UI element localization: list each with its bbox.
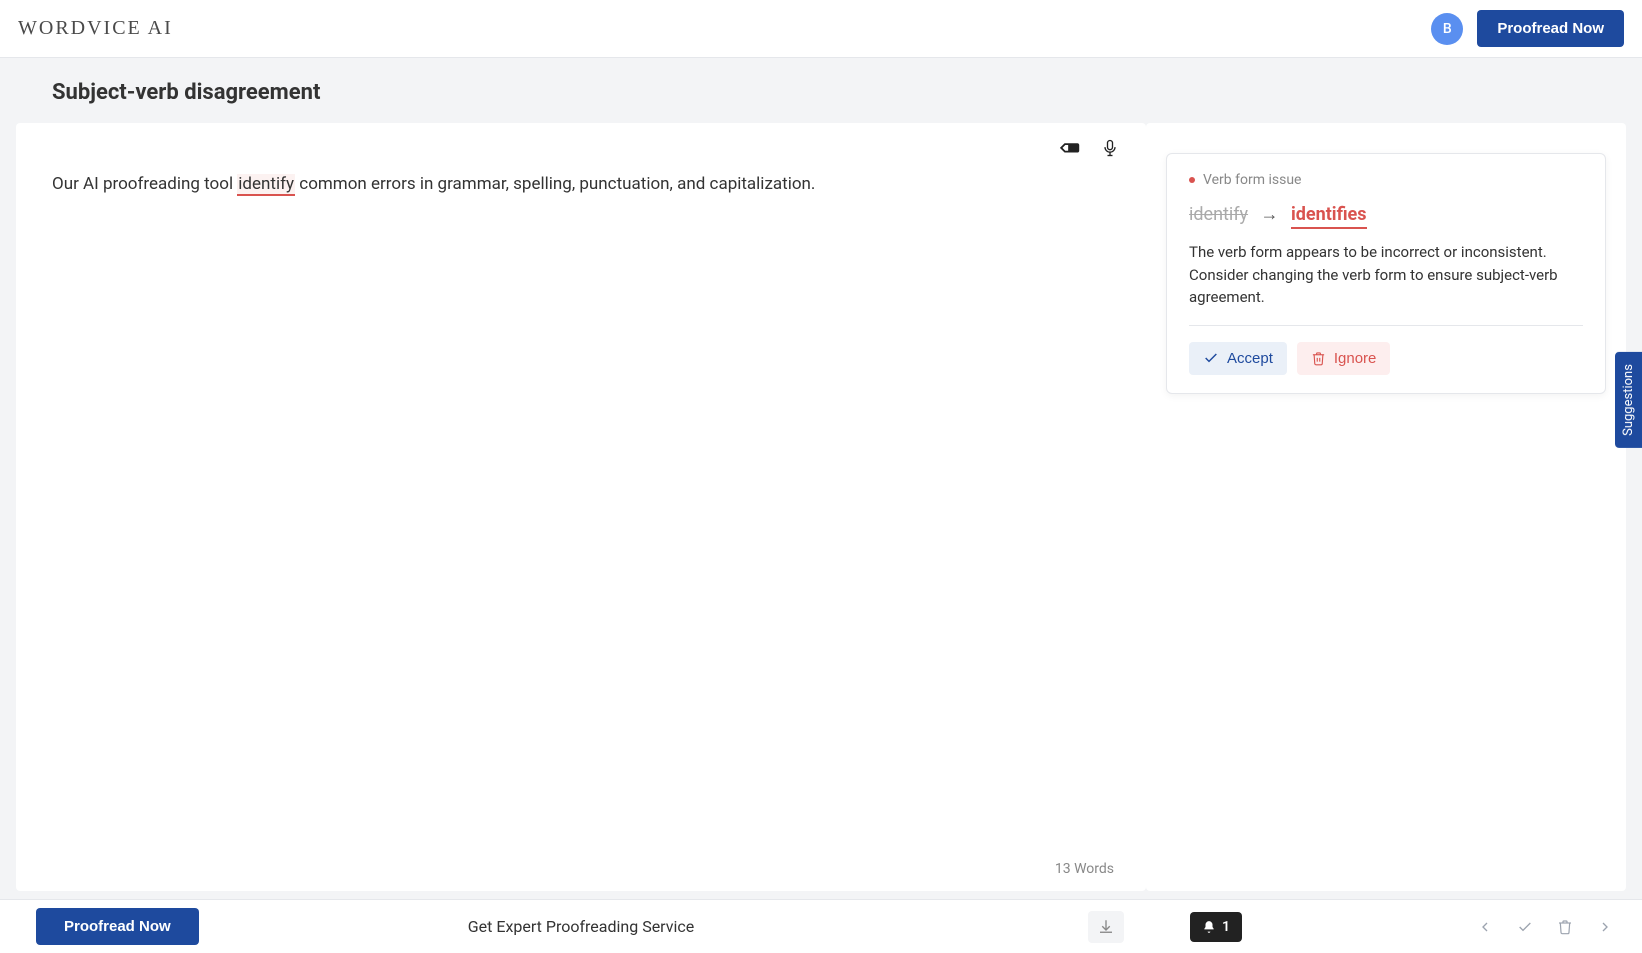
chevron-right-icon: [1597, 919, 1613, 935]
issue-type-label: Verb form issue: [1203, 172, 1301, 188]
microphone-icon[interactable]: [1100, 137, 1122, 159]
accept-all-button[interactable]: [1516, 918, 1534, 936]
prev-suggestion-button[interactable]: [1476, 918, 1494, 936]
text-before-error: Our AI proofreading tool: [52, 174, 237, 194]
suggestions-side-tab[interactable]: Suggestions: [1615, 352, 1642, 448]
expert-service-link[interactable]: Get Expert Proofreading Service: [468, 917, 694, 936]
suggestion-explanation: The verb form appears to be incorrect or…: [1189, 241, 1583, 326]
delete-suggestion-button[interactable]: [1556, 918, 1574, 936]
proofread-now-button-header[interactable]: Proofread Now: [1477, 10, 1624, 47]
correction-line: identify → identifies: [1189, 204, 1583, 225]
check-icon: [1203, 350, 1219, 366]
chevron-left-icon: [1477, 919, 1493, 935]
next-suggestion-button[interactable]: [1596, 918, 1614, 936]
main-area: Our AI proofreading tool identify common…: [0, 123, 1642, 953]
page-title: Subject-verb disagreement: [0, 58, 1642, 123]
bottom-right: 1: [1162, 912, 1642, 942]
bottom-bar: Proofread Now Get Expert Proofreading Se…: [0, 899, 1642, 953]
arrow-icon: →: [1261, 204, 1279, 225]
app-logo: WORDVICE AI: [18, 17, 173, 40]
accept-button[interactable]: Accept: [1189, 342, 1287, 375]
proofread-now-button-bottom[interactable]: Proofread Now: [36, 908, 199, 945]
eraser-icon[interactable]: [1060, 137, 1082, 159]
accept-label: Accept: [1227, 350, 1273, 367]
ignore-button[interactable]: Ignore: [1297, 342, 1391, 375]
trash-icon: [1311, 351, 1326, 366]
download-icon: [1097, 918, 1115, 936]
issue-type-row: Verb form issue: [1189, 172, 1583, 188]
notification-badge[interactable]: 1: [1190, 912, 1242, 942]
editor-toolbar: [1060, 137, 1122, 159]
suggestion-card: Verb form issue identify → identifies Th…: [1166, 153, 1606, 394]
notification-count: 1: [1222, 919, 1230, 935]
header-right: B Proofread Now: [1431, 10, 1624, 47]
user-avatar[interactable]: B: [1431, 13, 1463, 45]
issue-dot-icon: [1189, 177, 1195, 183]
download-button[interactable]: [1088, 911, 1124, 943]
check-icon: [1517, 919, 1533, 935]
suggestions-sidebar: Verb form issue identify → identifies Th…: [1146, 123, 1626, 891]
nav-controls: [1476, 918, 1614, 936]
text-after-error: common errors in grammar, spelling, punc…: [295, 174, 815, 194]
error-word-highlight[interactable]: identify: [237, 174, 295, 196]
replacement-word[interactable]: identifies: [1291, 204, 1367, 229]
editor-panel: Our AI proofreading tool identify common…: [16, 123, 1146, 891]
trash-icon: [1557, 919, 1573, 935]
top-header: WORDVICE AI B Proofread Now: [0, 0, 1642, 58]
ignore-label: Ignore: [1334, 350, 1377, 367]
bell-icon: [1202, 920, 1216, 934]
editor-text-area[interactable]: Our AI proofreading tool identify common…: [16, 123, 1146, 891]
card-actions: Accept Ignore: [1189, 342, 1583, 375]
bottom-left: Proofread Now Get Expert Proofreading Se…: [0, 908, 1162, 945]
original-word: identify: [1189, 204, 1248, 225]
word-count-label: 13 Words: [1055, 861, 1114, 877]
